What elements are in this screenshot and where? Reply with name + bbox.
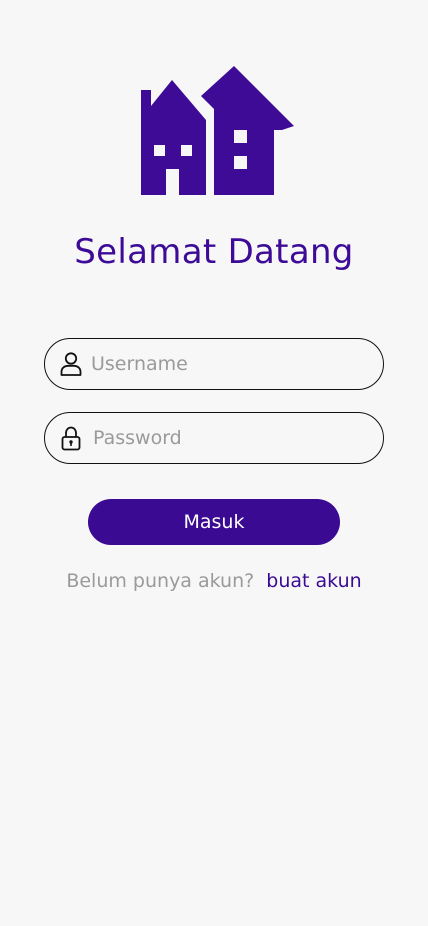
login-screen: Selamat Datang Masuk Belum punya akun? b… <box>0 0 428 926</box>
houses-logo-icon <box>138 64 296 198</box>
signup-row: Belum punya akun? buat akun <box>0 570 428 592</box>
username-input[interactable] <box>91 353 361 375</box>
login-button[interactable]: Masuk <box>88 499 340 545</box>
username-field[interactable] <box>44 338 384 390</box>
signup-prompt: Belum punya akun? <box>66 570 255 592</box>
signup-link[interactable]: buat akun <box>266 570 361 592</box>
user-icon <box>59 351 83 377</box>
password-field[interactable] <box>44 412 384 464</box>
page-title: Selamat Datang <box>74 232 354 272</box>
password-input[interactable] <box>93 427 363 449</box>
lock-icon <box>59 425 83 451</box>
